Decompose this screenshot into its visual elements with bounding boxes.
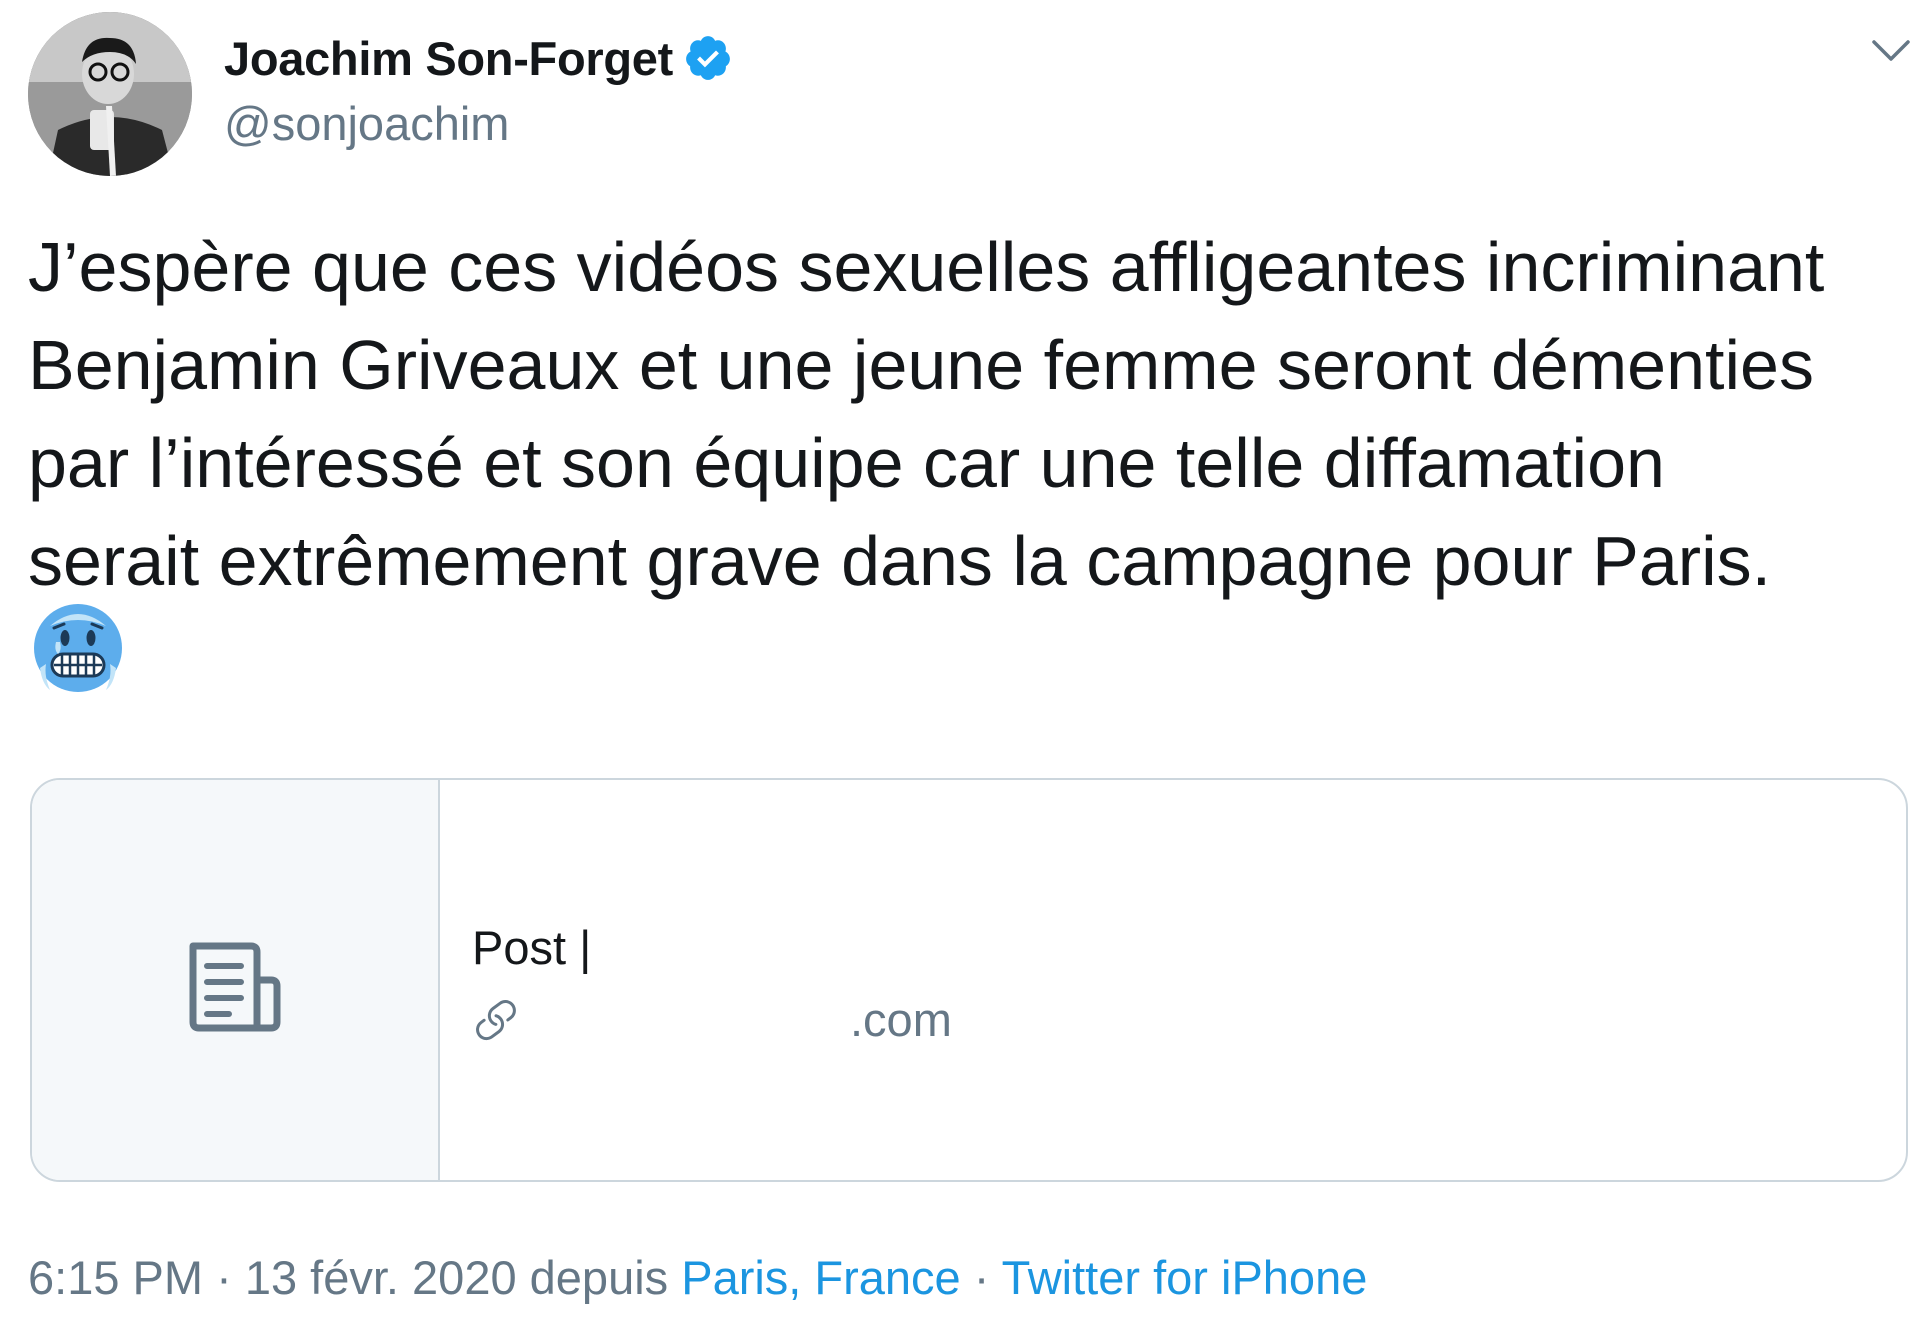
- card-domain: .com: [850, 993, 952, 1046]
- author-name-row[interactable]: Joachim Son-Forget: [224, 30, 733, 86]
- tweet-location-link[interactable]: Paris, France: [681, 1251, 960, 1304]
- chevron-down-icon[interactable]: [1866, 32, 1916, 72]
- link-icon: [472, 996, 520, 1044]
- verified-badge-icon: [683, 33, 733, 83]
- tweet-meta: 6:15 PM · 13 févr. 2020 depuis Paris, Fr…: [28, 1250, 1367, 1305]
- card-title: Post |: [472, 921, 592, 974]
- author-handle[interactable]: @sonjoachim: [224, 96, 509, 151]
- cold-face-emoji-icon: [30, 598, 126, 694]
- card-link-row: .com: [472, 992, 952, 1047]
- tweet-time[interactable]: 6:15 PM: [28, 1251, 203, 1304]
- tweet-date[interactable]: 13 févr. 2020: [245, 1251, 517, 1304]
- avatar[interactable]: [28, 12, 192, 176]
- tweet-text: J’espère que ces vidéos sexuelles afflig…: [28, 228, 1825, 600]
- card-thumbnail: [32, 780, 440, 1180]
- meta-depuis: depuis: [516, 1251, 682, 1304]
- tweet-source-link[interactable]: Twitter for iPhone: [1002, 1251, 1368, 1304]
- link-card[interactable]: Post | .com: [30, 778, 1908, 1182]
- meta-separator: ·: [203, 1251, 245, 1304]
- tweet: Joachim Son-Forget @sonjoachim J’espère …: [0, 0, 1924, 1328]
- meta-separator: ·: [960, 1251, 1002, 1304]
- author-display-name[interactable]: Joachim Son-Forget: [224, 31, 673, 86]
- document-icon: [189, 942, 281, 1032]
